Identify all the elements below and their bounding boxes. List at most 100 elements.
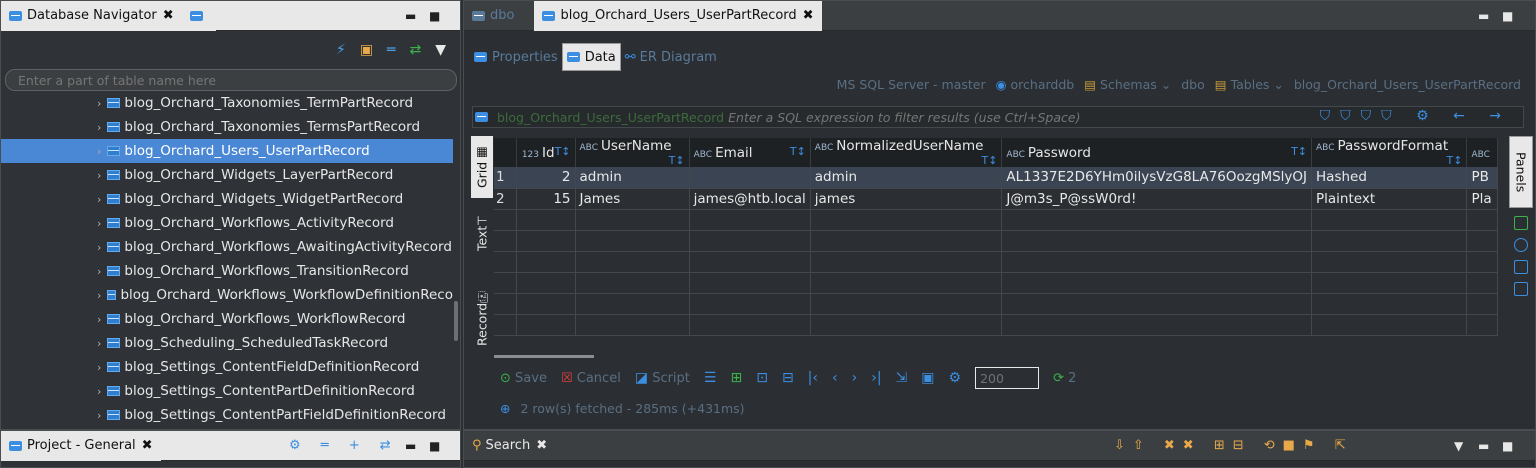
breadcrumb-server[interactable]: MS SQL Server - master (837, 77, 986, 97)
last-page-icon[interactable]: ›| (871, 370, 881, 386)
view-menu-icon[interactable]: ▼ (435, 42, 446, 58)
column-header-extra[interactable]: ABC (1466, 138, 1498, 167)
cell-format[interactable]: Plaintext (1311, 188, 1468, 210)
search-toolbar[interactable]: ⇩⇧ ✖✖ ⊞⊟ ⟲■⚑ ⇱ (1114, 438, 1354, 453)
cell-id[interactable]: 2 (516, 167, 576, 189)
chevron-right-icon[interactable]: › (97, 121, 101, 134)
cell-email[interactable]: james@htb.local (689, 188, 811, 210)
column-header-passwordformat[interactable]: ABC PasswordFormat T↕ (1311, 138, 1468, 167)
cell-username[interactable]: admin (575, 167, 690, 189)
navigator-filter-input[interactable] (5, 69, 457, 91)
filter-expression-input[interactable] (728, 109, 1249, 125)
subtab-er-diagram[interactable]: ⚯ ER Diagram (621, 43, 721, 71)
tab-search[interactable]: ⚲ Search ✖ (464, 431, 555, 461)
breadcrumb-schemas[interactable]: ▤ Schemas ⌄ (1084, 77, 1171, 97)
export-icon[interactable]: ⇲ (896, 370, 908, 386)
close-icon[interactable]: ✖ (163, 8, 174, 23)
filter-icons[interactable]: ⛉⛉⛉⛉ ⚙ ← → (1320, 108, 1511, 124)
tree-item-table[interactable]: › blog_Scheduling_ScheduledTaskRecord (1, 331, 453, 355)
chevron-right-icon[interactable]: › (97, 265, 101, 278)
edit-row-icon[interactable]: ☰ (704, 370, 717, 386)
value-viewer-icon[interactable] (1514, 216, 1528, 230)
panels-toggle-icon[interactable]: ▣ (921, 370, 934, 386)
tab-userpartrecord[interactable]: blog_Orchard_Users_UserPartRecord ✖ (534, 0, 822, 31)
column-header-username[interactable]: ABC UserName T↕ (575, 138, 690, 167)
cell-extra[interactable]: Pla (1466, 188, 1498, 210)
link-icon[interactable]: ⇄ (409, 42, 421, 58)
tree-item-table[interactable]: › blog_Orchard_Workflows_AwaitingActivity… (1, 235, 453, 259)
metadata-icon[interactable] (1514, 282, 1528, 296)
cell-id[interactable]: 15 (516, 188, 576, 210)
delete-row-icon[interactable]: ⊟ (782, 370, 794, 386)
maximize-icon[interactable]: ■ (1502, 9, 1513, 23)
minimize-icon[interactable]: ▬ (405, 9, 416, 23)
tree-item-table[interactable]: › blog_Orchard_Taxonomies_TermsPartRecord (1, 115, 453, 139)
tree-item-table[interactable]: › blog_Orchard_Widgets_LayerPartRecord (1, 163, 453, 187)
copy-row-icon[interactable]: ⊡ (756, 370, 768, 386)
breadcrumb-table[interactable]: blog_Orchard_Users_UserPartRecord (1294, 77, 1521, 97)
close-icon[interactable]: ✖ (142, 438, 153, 453)
breadcrumb-tables[interactable]: ▤ Tables ⌄ (1215, 77, 1284, 97)
maximize-icon[interactable]: ■ (1502, 439, 1513, 453)
cell-email[interactable] (689, 167, 811, 189)
column-header-password[interactable]: ABC Password T↕ (1001, 138, 1313, 167)
navigator-scrollbar[interactable] (454, 301, 458, 341)
column-header-id[interactable]: 123 Id T↕ (516, 138, 576, 167)
cell-format[interactable]: Hashed (1311, 167, 1468, 189)
table-row[interactable]: 1 2 admin admin AL1337E2D6YHm0ilysVzG8LA76Oo… (494, 167, 1498, 189)
tree-item-table[interactable]: › blog_Orchard_Workflows_TransitionRecord (1, 259, 453, 283)
chevron-right-icon[interactable]: › (97, 97, 101, 110)
save-button[interactable]: ⊙ Save (500, 371, 547, 386)
minimize-icon[interactable]: ▬ (1478, 9, 1489, 23)
tree-item-table[interactable]: › blog_Settings_ContentFieldDefinitionRec… (1, 355, 453, 379)
tab-grid[interactable]: Grid ▦ (471, 136, 493, 198)
tab-project-general[interactable]: Project - General ✖ (1, 430, 161, 461)
add-row-icon[interactable]: ⊞ (730, 370, 742, 386)
first-page-icon[interactable]: |‹ (808, 370, 818, 386)
subtab-properties[interactable]: Properties (470, 43, 562, 71)
close-icon[interactable]: ✖ (803, 8, 814, 23)
tree-item-table[interactable]: › blog_Orchard_Workflows_WorkflowDefiniti… (1, 283, 453, 307)
script-button[interactable]: ◪ Script (635, 370, 690, 386)
tab-projects[interactable] (181, 0, 216, 31)
cell-password[interactable]: AL1337E2D6YHm0ilysVzG8LA76OozgMSlyOJ (1001, 167, 1313, 189)
refresh-button[interactable]: ⟳ 2 (1053, 371, 1076, 386)
row-number[interactable]: 2 (494, 188, 518, 210)
tree-item-table[interactable]: › blog_Orchard_Taxonomies_TermPartRecord (1, 91, 453, 115)
project-toolbar[interactable]: ⚙ ═ + ⇄ (289, 438, 399, 453)
column-header-normalizedusername[interactable]: ABC NormalizedUserName T↕ (810, 138, 1003, 167)
tab-dbo[interactable]: dbo (464, 1, 522, 31)
breadcrumb-dbo[interactable]: dbo (1181, 77, 1205, 97)
maximize-icon[interactable]: ■ (429, 9, 440, 23)
cell-normalized[interactable]: admin (810, 167, 1003, 189)
cancel-button[interactable]: ☒ Cancel (561, 371, 621, 386)
chevron-right-icon[interactable]: › (97, 169, 101, 182)
chevron-right-icon[interactable]: › (97, 385, 101, 398)
chevron-right-icon[interactable]: › (97, 145, 101, 158)
table-row[interactable]: 2 15 James james@htb.local james J@m3s_P@ssW0… (494, 188, 1498, 210)
tree-item-table[interactable]: › blog_Orchard_Workflows_WorkflowRecord (1, 307, 453, 331)
collapse-icon[interactable]: ═ (387, 42, 395, 58)
cell-extra[interactable]: PB (1466, 167, 1498, 189)
tree-item-table[interactable]: › blog_Settings_ContentPartDefinitionReco… (1, 379, 453, 403)
grid-horizontal-scrollbar[interactable] (494, 355, 594, 358)
cell-password[interactable]: J@m3s_P@ssW0rd! (1001, 188, 1313, 210)
chevron-right-icon[interactable]: › (97, 217, 101, 230)
chevron-right-icon[interactable]: › (97, 337, 101, 350)
chevron-right-icon[interactable]: › (97, 361, 101, 374)
page-size-input[interactable] (975, 367, 1040, 389)
tab-database-navigator[interactable]: Database Navigator ✖ (1, 0, 182, 31)
chevron-right-icon[interactable]: › (97, 313, 101, 326)
settings-icon[interactable]: ⚙ (949, 370, 962, 386)
breadcrumb-db[interactable]: ◉ orcharddb (996, 77, 1075, 97)
connect-icon[interactable]: ⚡ (336, 42, 346, 58)
chevron-right-icon[interactable]: › (97, 409, 101, 422)
panels-tab[interactable]: Panels (1509, 136, 1533, 208)
tree-item-table[interactable]: › blog_Orchard_Workflows_ActivityRecord (1, 211, 453, 235)
minimize-icon[interactable]: ▬ (405, 439, 416, 453)
tab-record[interactable]: Record ⎘ (471, 280, 493, 356)
chevron-right-icon[interactable]: › (97, 193, 101, 206)
cell-normalized[interactable]: james (810, 188, 1003, 210)
tree-item-table[interactable]: › blog_Orchard_Widgets_WidgetPartRecord (1, 187, 453, 211)
tab-text[interactable]: Text ⊤ (471, 202, 493, 264)
